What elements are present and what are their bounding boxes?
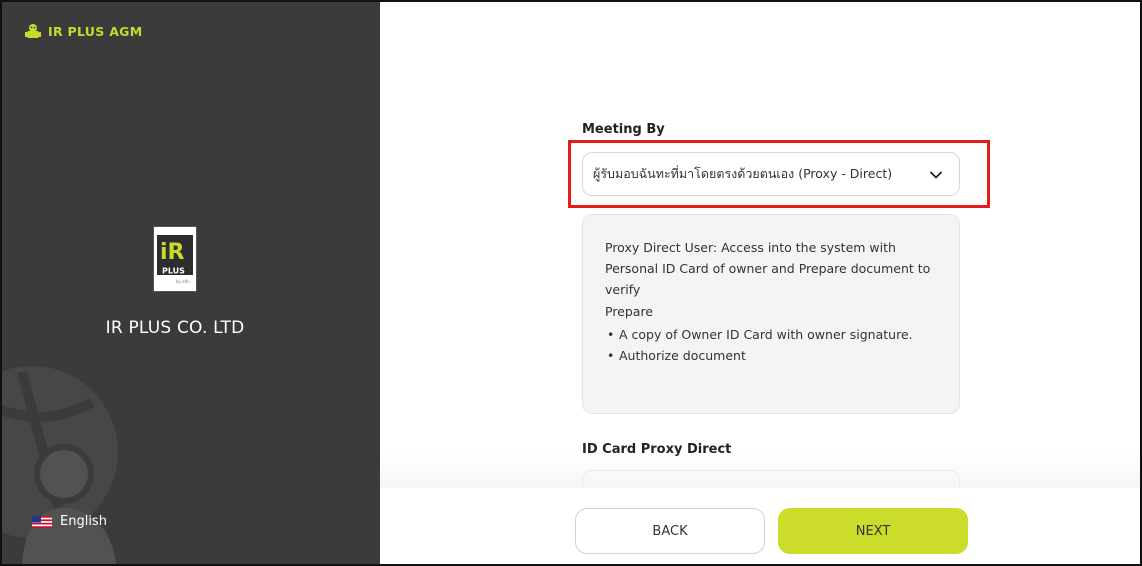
back-button[interactable]: BACK bbox=[575, 508, 765, 554]
main-panel: Meeting By ผู้รับมอบฉันทะที่มาโดยตรงด้วย… bbox=[380, 2, 1140, 564]
prepare-list: A copy of Owner ID Card with owner signa… bbox=[605, 324, 937, 366]
svg-text:iR: iR bbox=[160, 240, 185, 265]
ir-plus-logo-icon: iR PLUS by efin bbox=[157, 235, 193, 284]
sidebar: IR PLUS AGM iR PLUS by efin IR PLUS CO. … bbox=[2, 2, 380, 564]
svg-text:PLUS: PLUS bbox=[162, 267, 185, 276]
brand-name: IR PLUS AGM bbox=[48, 23, 143, 39]
list-item: Authorize document bbox=[605, 345, 937, 366]
brand: IR PLUS AGM bbox=[24, 22, 143, 40]
info-card: Proxy Direct User: Access into the syste… bbox=[582, 214, 960, 414]
meeting-by-label: Meeting By bbox=[582, 122, 665, 137]
globe-watermark-icon bbox=[2, 366, 118, 564]
info-prepare-label: Prepare bbox=[605, 304, 654, 319]
company-logo: iR PLUS by efin bbox=[153, 226, 197, 292]
next-button[interactable]: NEXT bbox=[778, 508, 968, 554]
language-label: English bbox=[60, 514, 107, 529]
highlight-box bbox=[568, 140, 990, 208]
svg-text:by efin: by efin bbox=[176, 279, 190, 284]
brand-logo-icon bbox=[25, 24, 41, 38]
company-name: IR PLUS CO. LTD bbox=[105, 318, 245, 338]
language-selector[interactable]: English bbox=[32, 514, 107, 529]
footer-shadow bbox=[380, 452, 1140, 492]
info-description: Proxy Direct User: Access into the syste… bbox=[605, 240, 931, 297]
footer: BACK NEXT bbox=[380, 488, 1140, 564]
list-item: A copy of Owner ID Card with owner signa… bbox=[605, 324, 937, 345]
us-flag-icon bbox=[32, 515, 52, 528]
